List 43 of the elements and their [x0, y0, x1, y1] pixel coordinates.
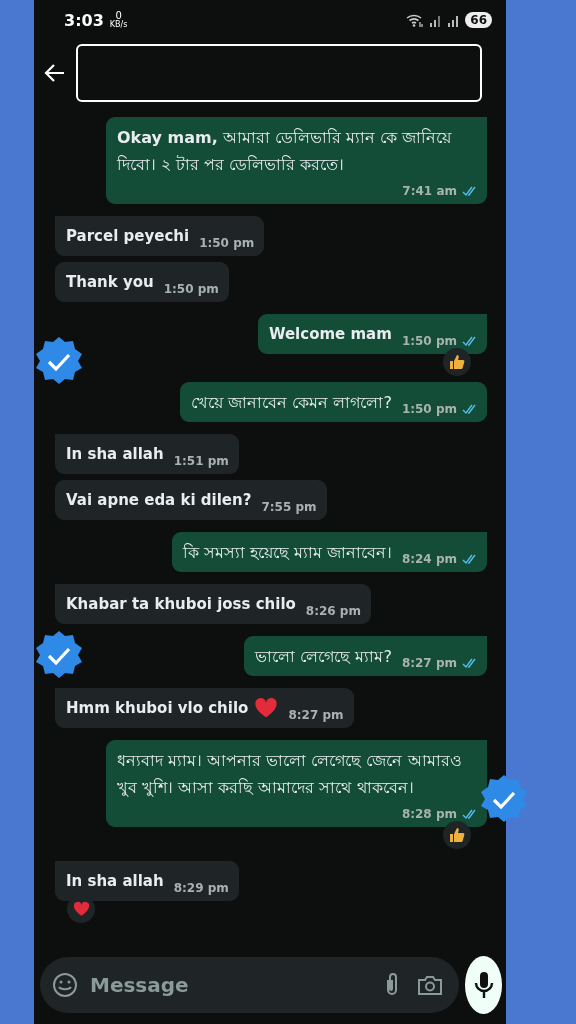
heart-icon — [254, 697, 279, 719]
message-text: ধন্যবাদ ম্যাম। আপনার ভালো লেগেছে জেনে আমারও খুব খুশি। আসা করছি আমাদের সাথে থাকবেন। — [117, 750, 463, 799]
message-text: Okay mam, আমারা ডেলিভারি ম্যান কে জানিয়ে দিবো। ২ টার পর ডেলিভারি করতে। — [117, 127, 453, 176]
message-time: 7:41 am — [402, 184, 457, 198]
paperclip-icon — [385, 972, 399, 998]
message-text: Welcome mam — [268, 324, 392, 345]
message-text: Hmm khuboi vlo chilo — [66, 698, 249, 719]
message-text: Khabar ta khuboi joss chilo — [66, 594, 296, 615]
message-text: Vai apne eda ki dilen? — [66, 490, 252, 511]
message-text: ভালো লেগেছে ম্যাম? — [255, 646, 392, 668]
message-time: 8:27 pm — [288, 708, 344, 722]
back-arrow-icon — [44, 62, 66, 84]
speed-unit: KB/s — [109, 21, 128, 29]
microphone-icon — [473, 971, 494, 999]
message-field[interactable]: Message — [40, 957, 459, 1013]
thumbs-up-icon — [448, 353, 466, 371]
message-time: 8:24 pm — [401, 552, 457, 566]
message-time: 8:29 pm — [173, 881, 229, 895]
message-text: In sha allah — [66, 444, 164, 465]
message-time: 8:27 pm — [401, 656, 457, 670]
sticker-icon — [52, 972, 78, 998]
message-time: 7:55 pm — [261, 500, 317, 514]
message-time: 1:51 pm — [173, 454, 229, 468]
message-time: 8:26 pm — [305, 604, 361, 618]
message-time: 1:50 pm — [401, 402, 457, 416]
battery-level: 66 — [465, 12, 492, 28]
voice-message-button[interactable] — [465, 956, 502, 1014]
message-time: 8:28 pm — [401, 807, 457, 821]
message-text: In sha allah — [66, 871, 164, 892]
heart-icon — [72, 901, 90, 917]
message-time: 1:50 pm — [199, 236, 255, 250]
message-time: 1:50 pm — [401, 334, 457, 348]
speed-value: 0 — [115, 11, 122, 21]
message-text: কি সমস্যা হয়েছে ম্যাম জানাবেন। — [182, 542, 392, 564]
wifi-icon — [405, 12, 426, 28]
thumbs-up-icon — [448, 826, 466, 844]
camera-icon — [417, 974, 443, 996]
message-text: Thank you — [66, 272, 154, 293]
message-text: Parcel peyechi — [66, 226, 190, 247]
message-text: খেয়ে জানাবেন কেমন লাগলো? — [191, 392, 392, 414]
message-input[interactable]: Message — [88, 972, 371, 998]
clock-time: 3:03 — [64, 10, 104, 30]
message-time: 1:50 pm — [163, 282, 219, 296]
